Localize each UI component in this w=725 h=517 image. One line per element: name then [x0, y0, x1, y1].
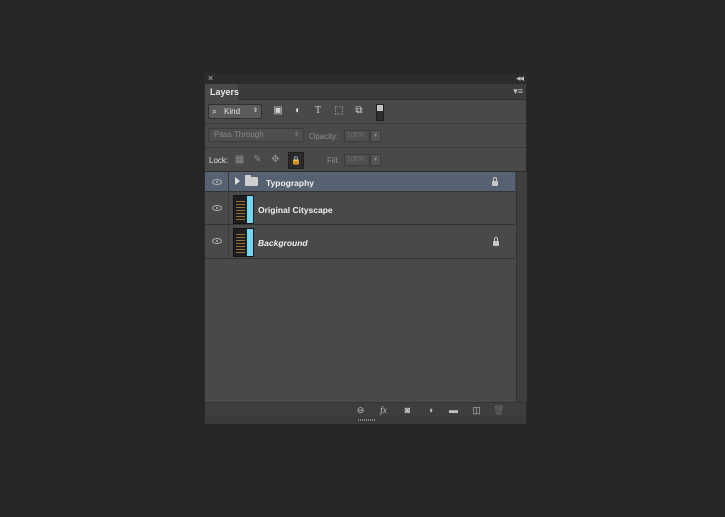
lock-position-icon[interactable]: ✥ — [270, 154, 281, 165]
new-layer-icon[interactable]: ◫ — [471, 405, 482, 416]
lock-icon — [492, 177, 498, 186]
blend-mode-select[interactable]: Pass Through ⇕ — [208, 128, 304, 142]
blend-row: Pass Through ⇕ Opacity: 100% ▾ — [205, 124, 526, 148]
fill-dropdown-icon[interactable]: ▾ — [370, 154, 381, 166]
visibility-toggle[interactable] — [205, 192, 229, 224]
lock-icon — [493, 237, 499, 246]
opacity-dropdown-icon[interactable]: ▾ — [370, 130, 381, 142]
type-layer-filter-icon[interactable]: T — [313, 106, 323, 116]
filter-toggle[interactable] — [376, 104, 384, 121]
filter-kind-select[interactable]: ⌕ Kind ⇕ — [208, 104, 262, 119]
folder-icon — [245, 175, 258, 186]
layer-effects-icon[interactable]: fx — [378, 405, 389, 416]
search-icon: ⌕ — [212, 106, 218, 116]
panel-menu-icon[interactable]: ▾≡ — [513, 86, 523, 97]
adjustment-layer-filter-icon[interactable]: ◐ — [293, 106, 303, 116]
delete-layer-icon[interactable]: 🗑 — [493, 405, 504, 416]
scrollbar[interactable] — [516, 172, 527, 402]
layer-list: Typography Original Cityscape Background — [205, 172, 515, 402]
blend-mode-value: Pass Through — [214, 130, 264, 139]
resize-grip[interactable] — [205, 417, 526, 424]
layer-row-background[interactable]: Background — [205, 225, 515, 259]
fill-input[interactable]: 100% — [344, 154, 370, 166]
expand-triangle-icon[interactable] — [235, 177, 240, 185]
lock-row: Lock: ▦ ✎ ✥ 🔒 Fill: 100% ▾ — [205, 148, 526, 172]
collapse-icon[interactable]: ◂◂ — [516, 73, 524, 83]
layer-row-typography[interactable]: Typography — [205, 172, 515, 192]
eye-icon — [212, 179, 222, 185]
new-adjustment-layer-icon[interactable]: ◑ — [425, 405, 436, 416]
close-icon[interactable]: × — [208, 73, 213, 83]
chevron-updown-icon: ⇕ — [293, 132, 299, 138]
bottom-toolbar: ⊖ fx ◙ ◑ ▬ ◫ 🗑 — [205, 402, 526, 418]
layer-row-original-cityscape[interactable]: Original Cityscape — [205, 192, 515, 225]
layer-name: Original Cityscape — [258, 205, 333, 215]
layers-panel: × ◂◂ Layers ▾≡ ⌕ Kind ⇕ ▣ ◐ T ⬚ ⧉ Pass T… — [204, 73, 527, 425]
lock-label: Lock: — [209, 156, 229, 165]
add-mask-icon[interactable]: ◙ — [402, 405, 413, 416]
panel-titlebar: × ◂◂ — [205, 73, 526, 84]
eye-icon — [212, 205, 222, 211]
layer-name: Typography — [266, 178, 315, 188]
visibility-toggle[interactable] — [205, 172, 229, 191]
opacity-input[interactable]: 100% — [344, 130, 370, 142]
layer-thumbnail — [233, 195, 254, 224]
lock-transparent-pixels-icon[interactable]: ▦ — [234, 154, 245, 165]
link-layers-icon[interactable]: ⊖ — [355, 405, 366, 416]
new-group-icon[interactable]: ▬ — [448, 405, 459, 416]
eye-icon — [212, 238, 222, 244]
layer-thumbnail — [233, 228, 254, 257]
visibility-toggle[interactable] — [205, 225, 229, 258]
lock-all-icon[interactable]: 🔒 — [288, 152, 304, 169]
chevron-updown-icon: ⇕ — [252, 108, 258, 114]
layer-name: Background — [258, 238, 308, 248]
filter-kind-label: Kind — [224, 107, 241, 116]
lock-image-pixels-icon[interactable]: ✎ — [252, 154, 263, 165]
opacity-label: Opacity: — [309, 132, 339, 141]
pixel-layer-filter-icon[interactable]: ▣ — [273, 106, 283, 116]
shape-layer-filter-icon[interactable]: ⬚ — [334, 106, 344, 116]
fill-label: Fill: — [327, 156, 340, 165]
tab-layers[interactable]: Layers — [205, 84, 239, 100]
smart-object-filter-icon[interactable]: ⧉ — [354, 106, 364, 116]
tab-bar: Layers ▾≡ — [205, 84, 526, 100]
filter-row: ⌕ Kind ⇕ ▣ ◐ T ⬚ ⧉ — [205, 100, 526, 124]
